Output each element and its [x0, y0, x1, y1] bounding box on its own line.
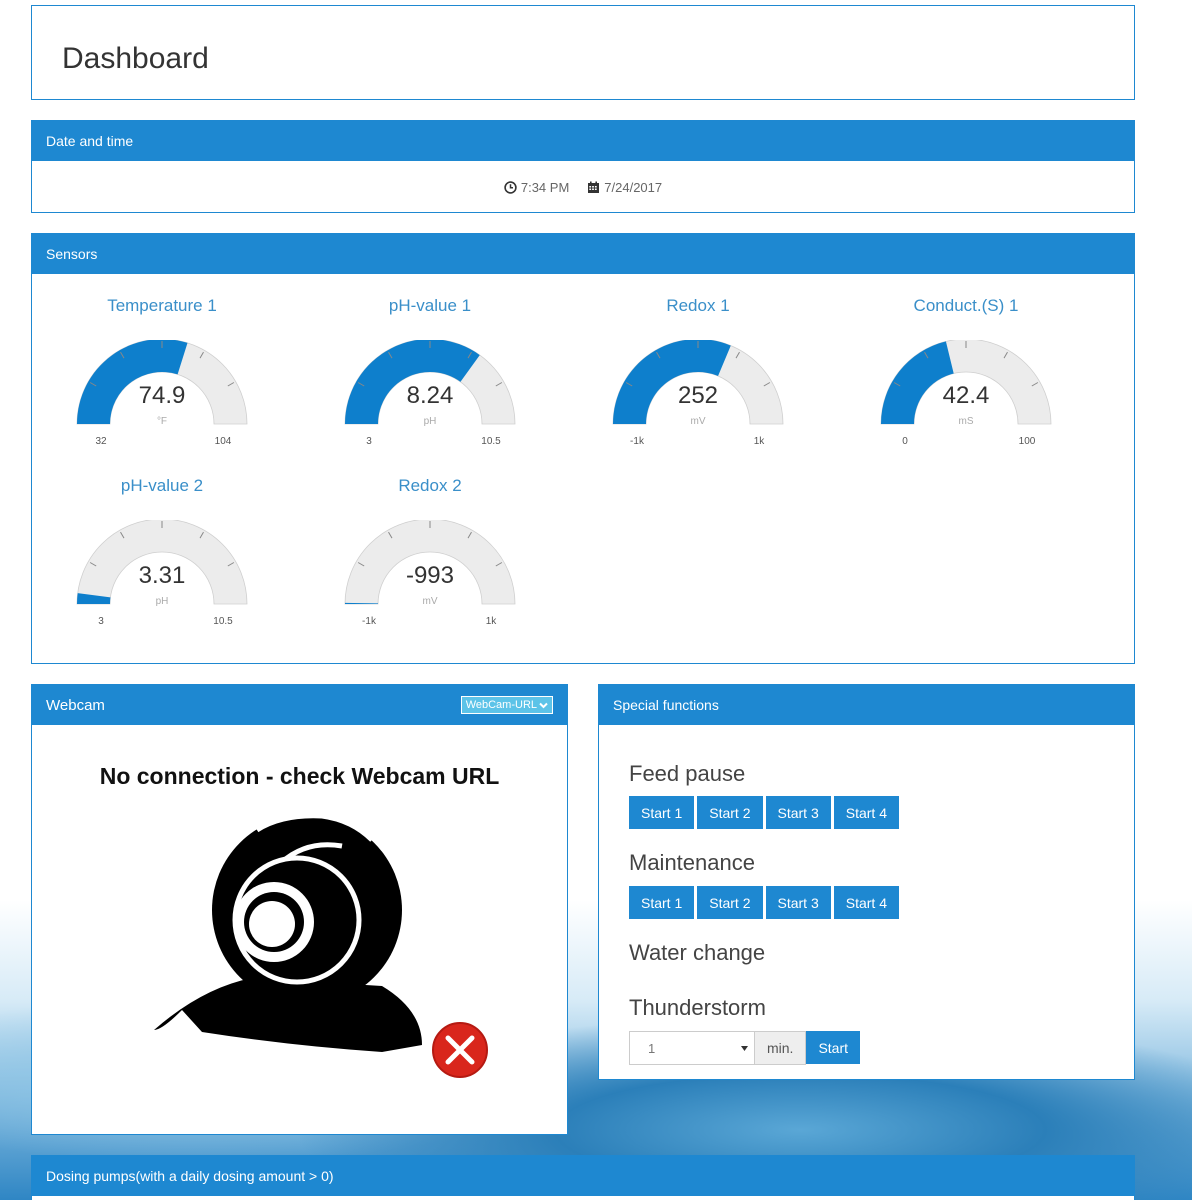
gauge-unit: °F: [156, 416, 168, 427]
gauge-value: 74.9: [138, 382, 186, 409]
gauge-min-label: 3: [366, 436, 372, 447]
feed-pause-start-4-button[interactable]: Start 4: [833, 796, 899, 829]
thunderstorm-start-button[interactable]: Start: [806, 1031, 861, 1064]
gauge-max-label: 1k: [485, 616, 497, 627]
thunderstorm-duration-select[interactable]: 1: [629, 1031, 755, 1065]
thunderstorm-label: Thunderstorm: [629, 995, 766, 1020]
gauge-unit: mS: [958, 416, 974, 427]
maintenance-start-2-button[interactable]: Start 2: [697, 886, 763, 919]
feed-pause-label: Feed pause: [629, 761, 746, 786]
webcam-panel: Webcam WebCam-URL No connection - check …: [31, 684, 568, 1135]
maintenance-start-3-button[interactable]: Start 3: [765, 886, 831, 919]
sensor-gauge: pH-value 1 8.24 pH 3 10.5: [300, 274, 560, 447]
gauge-title: Redox 2: [398, 476, 462, 495]
gauge-value: -993: [405, 562, 455, 589]
gauge-value: 252: [677, 382, 719, 409]
calendar-icon: [588, 181, 600, 193]
datetime-panel: Date and time 7:34 PM 7/24/2017: [31, 120, 1135, 213]
gauge-max-label: 10.5: [481, 436, 501, 447]
gauge-title: pH-value 1: [388, 296, 472, 315]
feed-pause-start-1-button[interactable]: Start 1: [629, 796, 695, 829]
feed-pause-start-2-button[interactable]: Start 2: [697, 796, 763, 829]
special-functions-panel: Special functions Feed pause Start 1 Sta…: [598, 684, 1135, 1080]
sensor-gauge: Conduct.(S) 1 42.4 mS 0 100: [836, 274, 1096, 447]
dashboard-header: Dashboard: [31, 5, 1135, 100]
dosing-pumps-panel: Dosing pumps(with a daily dosing amount …: [31, 1155, 1135, 1200]
webcam-panel-heading: Webcam: [46, 696, 105, 714]
sensor-gauge: Redox 1 252 mV -1k 1k: [568, 274, 828, 447]
webcam-url-label: WebCam-URL: [465, 699, 537, 711]
gauge-value: 8.24: [406, 382, 454, 409]
gauge-unit: pH: [423, 416, 437, 427]
gauge-title: Redox 1: [666, 296, 730, 315]
webcam-url-dropdown[interactable]: WebCam-URL: [460, 696, 553, 714]
caret-down-icon: [741, 1045, 748, 1051]
gauge-min-label: 0: [902, 436, 908, 447]
gauge-value: 3.31: [138, 562, 186, 589]
clock-icon: [504, 180, 517, 194]
gauge-max-label: 104: [214, 436, 232, 447]
webcam-error-message: No connection - check Webcam URL: [99, 763, 500, 789]
gauge-unit: pH: [155, 596, 169, 607]
gauge-title: Temperature 1: [107, 296, 217, 315]
datetime-panel-heading: Date and time: [32, 121, 1134, 161]
time-display: 7:34 PM: [520, 179, 570, 195]
maintenance-label: Maintenance: [629, 850, 755, 875]
thunderstorm-duration-value: 1: [648, 1040, 656, 1056]
maintenance-start-1-button[interactable]: Start 1: [629, 886, 695, 919]
gauge-title: pH-value 2: [120, 476, 204, 495]
date-display: 7/24/2017: [604, 179, 663, 195]
gauge-min-label: -1k: [362, 616, 376, 627]
webcam-offline-icon: [154, 813, 488, 1078]
gauge-min-label: 32: [95, 436, 107, 447]
maintenance-start-4-button[interactable]: Start 4: [833, 886, 899, 919]
gauge-max-label: 100: [1018, 436, 1036, 447]
gauge-unit: mV: [422, 596, 438, 607]
page-title: Dashboard: [62, 42, 209, 75]
gauge-max-label: 10.5: [213, 616, 233, 627]
gauge-min-label: 3: [98, 616, 104, 627]
sensors-panel: Sensors Temperature 1 74.9 °F 32 104 pH-value…: [31, 233, 1135, 664]
gauge-unit: mV: [690, 416, 706, 427]
water-change-label: Water change: [629, 940, 766, 965]
feed-pause-start-3-button[interactable]: Start 3: [765, 796, 831, 829]
maintenance-buttons: Start 1 Start 2 Start 3 Start 4: [629, 886, 899, 919]
dosing-pumps-heading: Dosing pumps(with a daily dosing amount …: [32, 1156, 1134, 1196]
feed-pause-buttons: Start 1 Start 2 Start 3 Start 4: [629, 796, 899, 829]
gauge-title: Conduct.(S) 1: [913, 296, 1019, 315]
sensor-gauge: pH-value 2 3.31 pH 3 10.5: [32, 454, 292, 627]
gauge-min-label: -1k: [630, 436, 644, 447]
chevron-down-icon: [539, 702, 548, 708]
gauge-value: 42.4: [942, 382, 990, 409]
sensor-gauge: Redox 2 -993 mV -1k 1k: [300, 454, 560, 627]
thunderstorm-controls: 1 min. Start: [629, 1031, 861, 1065]
thunderstorm-unit-label: min.: [755, 1031, 807, 1065]
gauge-max-label: 1k: [753, 436, 765, 447]
special-functions-heading: Special functions: [599, 685, 1134, 725]
sensors-panel-heading: Sensors: [32, 234, 1134, 274]
sensor-gauge: Temperature 1 74.9 °F 32 104: [32, 274, 292, 447]
